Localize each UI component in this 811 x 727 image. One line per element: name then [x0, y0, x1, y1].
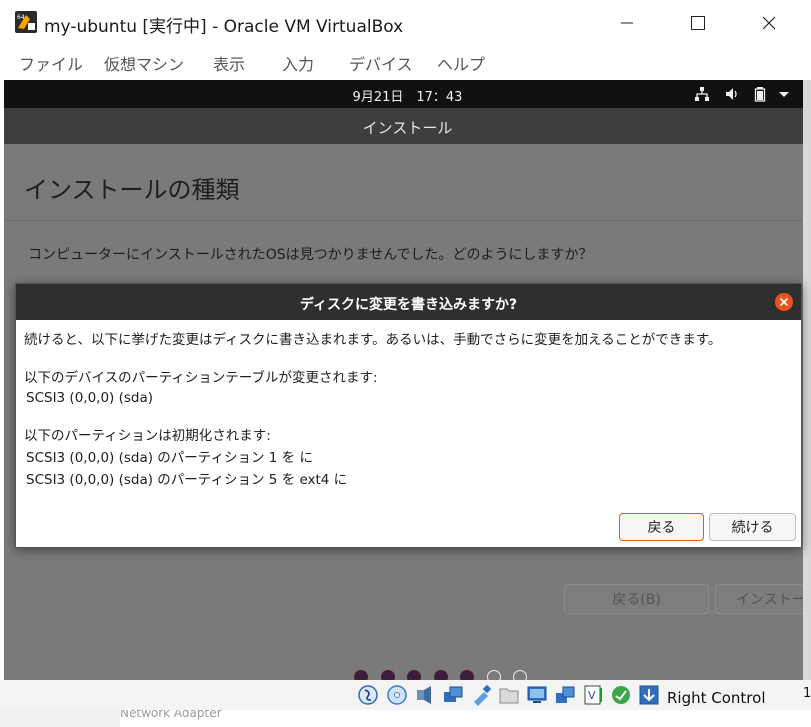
- progress-dot: [513, 670, 527, 680]
- format-partition-5: SCSI3 (0,0,0) (sda) のパーティション 5 を ext4 に: [26, 472, 348, 488]
- progress-dot: [380, 670, 395, 680]
- maximize-button[interactable]: [672, 6, 724, 40]
- install-type-question: コンピューターにインストールされたOSは見つかりませんでした。どのようにしますか…: [28, 247, 593, 263]
- svg-text:64: 64: [17, 14, 25, 21]
- installer-header: インストール: [4, 108, 811, 144]
- menu-help[interactable]: ヘルプ: [437, 51, 485, 75]
- host-desktop-edge: [803, 80, 811, 680]
- vm-status-bar: Network Adapter V Right Control 1: [0, 680, 811, 727]
- dialog-title: ディスクに変更を書き込みますか?: [299, 297, 518, 313]
- status-icon-strip: V Right Control: [0, 680, 811, 710]
- minimize-button[interactable]: [601, 6, 653, 40]
- dialog-close-button[interactable]: [775, 293, 793, 311]
- menu-machine[interactable]: 仮想マシン: [104, 51, 184, 75]
- hard-disk-icon[interactable]: [357, 684, 379, 706]
- battery-icon[interactable]: [752, 86, 768, 102]
- menu-file[interactable]: ファイル: [19, 51, 83, 75]
- dialog-intro: 続けると、以下に挙げた変更はディスクに書き込まれます。あるいは、手動でさらに変更…: [24, 332, 722, 348]
- recording-icon[interactable]: [554, 684, 576, 706]
- guest-additions-icon[interactable]: [610, 684, 632, 706]
- close-icon: [762, 16, 776, 30]
- write-changes-dialog: ディスクに変更を書き込みますか? 続けると、以下に挙げた変更はディスクに書き込ま…: [15, 283, 802, 548]
- network-adapter-icon[interactable]: [442, 684, 464, 706]
- shared-folder-icon[interactable]: [498, 684, 520, 706]
- dialog-back-button[interactable]: 戻る: [619, 513, 704, 541]
- installer-title: インストール: [362, 119, 453, 137]
- keyboard-capture-icon[interactable]: [638, 684, 660, 706]
- installer-back-button[interactable]: 戻る(B): [564, 584, 709, 614]
- installer-install-button[interactable]: インストー: [715, 584, 811, 614]
- progress-dot: [433, 670, 448, 680]
- chevron-down-icon[interactable]: [776, 86, 792, 102]
- progress-dot: [354, 670, 368, 680]
- format-heading: 以下のパーティションは初期化されます:: [24, 428, 271, 444]
- close-icon: [779, 297, 789, 307]
- virtualization-icon[interactable]: V: [582, 684, 604, 706]
- menu-bar: ファイル 仮想マシン 表示 入力 デバイス ヘルプ: [0, 46, 811, 80]
- virtualbox-app-icon: 64: [14, 10, 38, 34]
- svg-text:V: V: [588, 689, 596, 702]
- optical-drive-icon[interactable]: [386, 684, 408, 706]
- progress-dot: [486, 670, 501, 680]
- minimize-icon: [621, 22, 633, 24]
- ubuntu-top-bar: 9月21日 17：43: [4, 80, 811, 108]
- maximize-icon: [691, 16, 705, 30]
- close-window-button[interactable]: [743, 6, 795, 40]
- host-key-label: Right Control: [667, 689, 766, 707]
- progress-dot: [460, 670, 474, 680]
- background-window-strip: [120, 710, 811, 727]
- format-partition-1: SCSI3 (0,0,0) (sda) のパーティション 1 を に: [26, 450, 313, 466]
- menu-view[interactable]: 表示: [213, 51, 245, 75]
- audio-icon[interactable]: [414, 684, 436, 706]
- clock[interactable]: 9月21日 17：43: [4, 86, 811, 105]
- menu-input[interactable]: 入力: [282, 51, 314, 75]
- progress-dot: [407, 670, 421, 680]
- page-title: インストールの種類: [24, 176, 240, 204]
- window-titlebar: 64 my-ubuntu [実行中] - Oracle VM VirtualBo…: [0, 0, 811, 46]
- divider: [4, 220, 811, 221]
- display-icon[interactable]: [526, 684, 548, 706]
- dialog-header: ディスクに変更を書き込みますか?: [16, 284, 801, 320]
- dialog-continue-button[interactable]: 続ける: [709, 513, 796, 541]
- edge-text: 1: [803, 686, 811, 701]
- network-icon[interactable]: [694, 86, 710, 102]
- window-title: my-ubuntu [実行中] - Oracle VM VirtualBox: [44, 17, 404, 37]
- menu-devices[interactable]: デバイス: [349, 51, 413, 75]
- volume-icon[interactable]: [724, 86, 740, 102]
- partition-table-heading: 以下のデバイスのパーティションテーブルが変更されます:: [24, 370, 378, 386]
- partition-table-device: SCSI3 (0,0,0) (sda): [26, 390, 154, 406]
- usb-icon[interactable]: [470, 684, 492, 706]
